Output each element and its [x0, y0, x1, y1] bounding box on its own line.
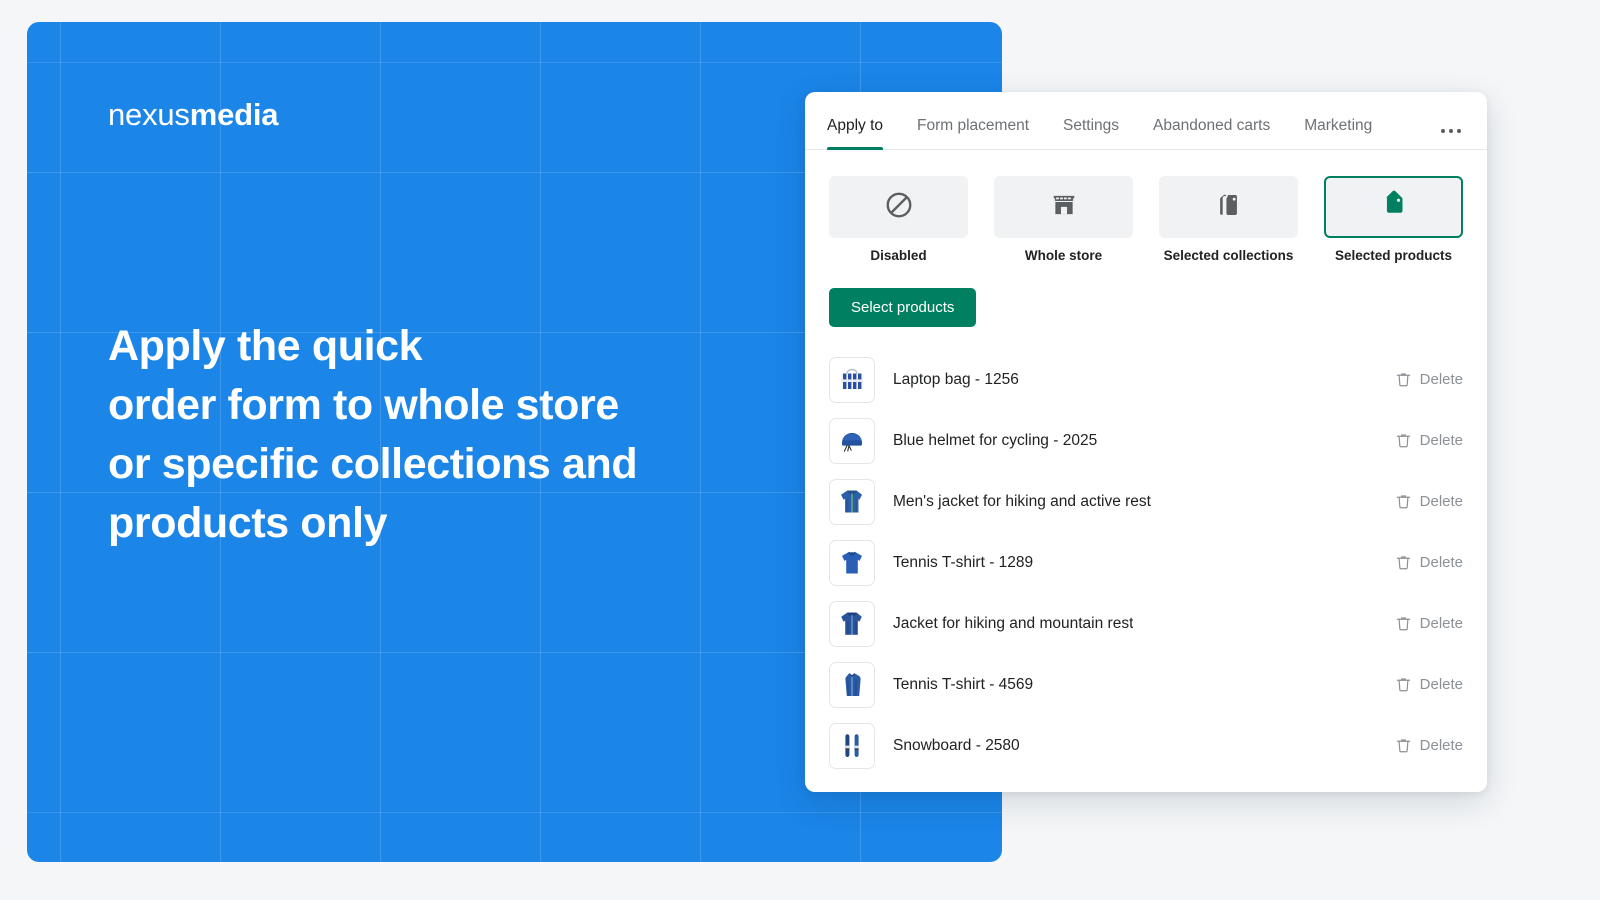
headline-line-1: Apply the quick: [108, 322, 423, 370]
promo-headline: Apply the quick order form to whole stor…: [108, 317, 748, 553]
product-thumbnail: [829, 356, 875, 403]
product-name: Tennis T-shirt - 4569: [893, 675, 1034, 693]
price-tag-icon: [1379, 190, 1409, 225]
trash-icon: [1395, 432, 1412, 449]
no-entry-icon: [884, 190, 914, 225]
delete-label: Delete: [1419, 493, 1463, 510]
storefront-icon: [1050, 191, 1078, 224]
option-selected-products-label: Selected products: [1334, 248, 1453, 263]
product-thumbnail: [829, 539, 875, 586]
apply-to-options: Disabled Whole store Selected collection…: [805, 150, 1487, 263]
option-disabled-box[interactable]: [829, 176, 968, 238]
delete-label: Delete: [1419, 737, 1463, 754]
tab-apply-to[interactable]: Apply to: [827, 117, 884, 150]
tab-form-placement[interactable]: Form placement: [917, 117, 1029, 149]
option-disabled-label: Disabled: [870, 248, 927, 263]
collections-tags-icon: [1215, 191, 1243, 224]
tab-marketing[interactable]: Marketing: [1304, 117, 1372, 149]
product-name: Snowboard - 2580: [893, 736, 1020, 754]
brand-logo: nexusmedia: [108, 97, 279, 133]
tab-settings[interactable]: Settings: [1063, 117, 1119, 149]
table-row: Blue helmet for cycling - 2025 Delete: [829, 410, 1463, 471]
screen-root: nexusmedia Apply the quick order form to…: [0, 0, 1600, 900]
trash-icon: [1395, 676, 1412, 693]
trash-icon: [1395, 493, 1412, 510]
delete-label: Delete: [1419, 615, 1463, 632]
option-selected-collections[interactable]: Selected collections: [1159, 176, 1298, 263]
delete-label: Delete: [1419, 371, 1463, 388]
trash-icon: [1395, 371, 1412, 388]
table-row: Laptop bag - 1256 Delete: [829, 349, 1463, 410]
delete-label: Delete: [1419, 554, 1463, 571]
selected-products-list: Laptop bag - 1256 Delete Blue helmet for…: [805, 327, 1487, 776]
select-products-button[interactable]: Select products: [829, 288, 977, 327]
brand-logo-bold: media: [189, 97, 279, 132]
delete-product-button[interactable]: Delete: [1395, 371, 1463, 388]
option-disabled[interactable]: Disabled: [829, 176, 968, 263]
option-selected-collections-box[interactable]: [1159, 176, 1298, 238]
product-name: Tennis T-shirt - 1289: [893, 553, 1034, 571]
option-whole-store-label: Whole store: [1024, 248, 1103, 263]
delete-label: Delete: [1419, 432, 1463, 449]
table-row: Men's jacket for hiking and active rest …: [829, 471, 1463, 532]
settings-card: Apply to Form placement Settings Abandon…: [805, 92, 1487, 792]
product-thumbnail: [829, 417, 875, 464]
option-whole-store[interactable]: Whole store: [994, 176, 1133, 263]
product-name: Jacket for hiking and mountain rest: [893, 614, 1134, 632]
headline-line-4: products only: [108, 499, 388, 547]
tab-bar: Apply to Form placement Settings Abandon…: [805, 92, 1487, 150]
delete-product-button[interactable]: Delete: [1395, 676, 1463, 693]
trash-icon: [1395, 554, 1412, 571]
product-thumbnail: [829, 600, 875, 647]
headline-line-2: order form to whole store: [108, 381, 619, 429]
table-row: Tennis T-shirt - 4569 Delete: [829, 654, 1463, 715]
table-row: Snowboard - 2580 Delete: [829, 715, 1463, 776]
headline-line-3: or specific collections and: [108, 440, 638, 488]
delete-product-button[interactable]: Delete: [1395, 493, 1463, 510]
trash-icon: [1395, 615, 1412, 632]
delete-product-button[interactable]: Delete: [1395, 554, 1463, 571]
product-thumbnail: [829, 722, 875, 769]
product-name: Laptop bag - 1256: [893, 370, 1019, 388]
trash-icon: [1395, 737, 1412, 754]
product-thumbnail: [829, 661, 875, 708]
delete-product-button[interactable]: Delete: [1395, 615, 1463, 632]
delete-label: Delete: [1419, 676, 1463, 693]
delete-product-button[interactable]: Delete: [1395, 432, 1463, 449]
product-thumbnail: [829, 478, 875, 525]
tab-abandoned-carts[interactable]: Abandoned carts: [1153, 117, 1270, 149]
product-name: Men's jacket for hiking and active rest: [893, 492, 1151, 510]
delete-product-button[interactable]: Delete: [1395, 737, 1463, 754]
brand-logo-thin: nexus: [108, 97, 190, 132]
option-selected-products[interactable]: Selected products: [1324, 176, 1463, 263]
table-row: Tennis T-shirt - 1289 Delete: [829, 532, 1463, 593]
option-whole-store-box[interactable]: [994, 176, 1133, 238]
more-options-icon[interactable]: [1441, 129, 1461, 149]
option-selected-collections-label: Selected collections: [1163, 248, 1294, 263]
table-row: Jacket for hiking and mountain rest Dele…: [829, 593, 1463, 654]
option-selected-products-box[interactable]: [1324, 176, 1463, 238]
product-name: Blue helmet for cycling - 2025: [893, 431, 1098, 449]
